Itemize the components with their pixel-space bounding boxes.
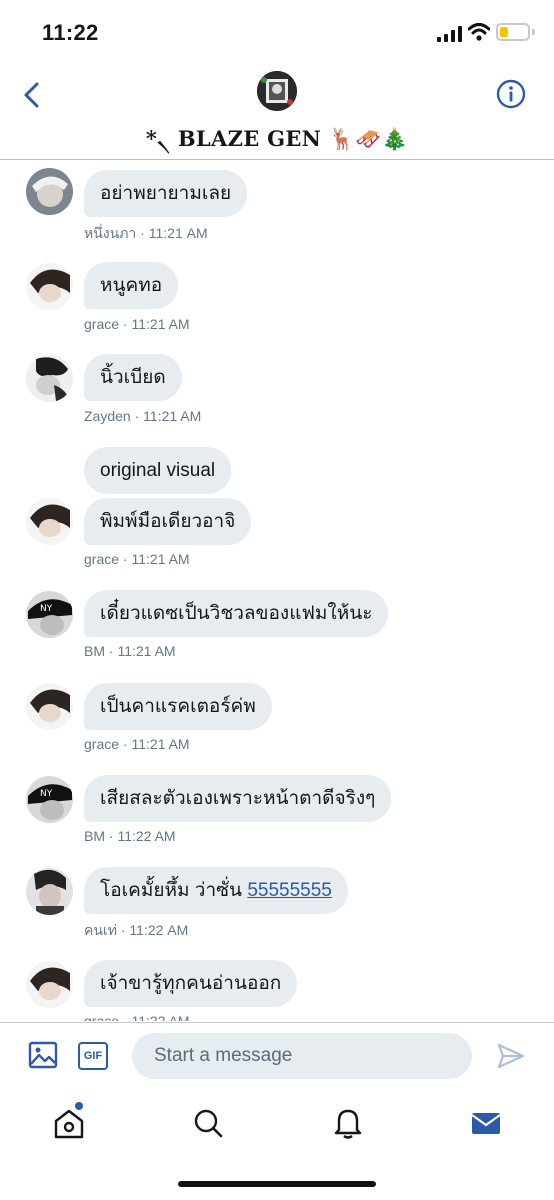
avatar-image	[26, 868, 73, 915]
message-bubble[interactable]: โอเคมั้ยหึ้ม ว่าซั่น 55555555	[84, 867, 348, 914]
avatar[interactable]	[26, 868, 73, 915]
message-bubble[interactable]: เจ้าขารู้ทุกคนอ่านออก	[84, 960, 298, 1007]
gif-button[interactable]: GIF	[78, 1042, 108, 1070]
message-text: อย่าพยายามเลย	[100, 183, 232, 204]
avatar[interactable]	[26, 355, 73, 402]
chevron-left-icon[interactable]	[18, 78, 48, 112]
avatar-image	[26, 355, 73, 402]
message-sender: BM	[84, 828, 105, 844]
message-meta: grace · 11:22 AM	[84, 1013, 190, 1021]
message-meta: Zayden · 11:21 AM	[84, 408, 202, 424]
send-icon[interactable]	[496, 1041, 526, 1071]
message-sender: หนึ่งนภา	[84, 225, 137, 241]
message-list[interactable]: อย่าพยายามเลย หนึ่งนภา · 11:21 AM หนูคทอ…	[0, 161, 554, 1021]
group-avatar[interactable]	[257, 71, 297, 111]
info-icon[interactable]	[496, 79, 526, 109]
avatar-image	[26, 498, 73, 545]
message-time: 11:21 AM	[148, 225, 208, 241]
message-text: หนูคทอ	[100, 275, 163, 296]
message-meta: หนึ่งนภา · 11:21 AM	[84, 225, 208, 241]
message-meta: คนเท่ · 11:22 AM	[84, 922, 189, 938]
message-bubble[interactable]: เดี๋ยวแดซเป็นวิชวลของแฟมให้นะ	[84, 590, 389, 637]
message-sender: คนเท่	[84, 922, 117, 938]
message-sender: BM	[84, 643, 105, 659]
message-time: 11:21 AM	[117, 643, 176, 659]
message-bubble[interactable]: อย่าพยายามเลย	[84, 170, 248, 217]
message-sender: Zayden	[84, 408, 131, 424]
message-sender: grace	[84, 316, 120, 332]
search-icon[interactable]	[191, 1106, 225, 1140]
message-text: เดี๋ยวแดซเป็นวิชวลของแฟมให้นะ	[100, 603, 373, 624]
message-text: เจ้าขารู้ทุกคนอ่านออก	[100, 973, 282, 994]
status-bar: 11:22	[0, 0, 554, 60]
message-bubble[interactable]: เสียสละตัวเองเพราะหน้าตาดีจริงๆ	[84, 775, 392, 822]
home-icon[interactable]	[52, 1106, 86, 1140]
avatar[interactable]: NY	[26, 591, 73, 638]
message-bubble[interactable]: หนูคทอ	[84, 262, 179, 309]
svg-text:NY: NY	[40, 789, 53, 799]
battery-nub	[532, 29, 535, 35]
message-input[interactable]	[132, 1033, 472, 1079]
avatar-image: NY	[26, 591, 73, 638]
message-time: 11:21 AM	[131, 316, 190, 332]
avatar[interactable]	[26, 498, 73, 545]
wifi-icon	[468, 23, 490, 41]
group-title: *৲ BLAZE GEN 🦌🛷🎄	[145, 126, 409, 151]
cellular-signal-icon	[437, 26, 462, 42]
message-time: 11:21 AM	[131, 736, 190, 752]
message-bubble[interactable]: เป็นคาแรคเตอร์ค่พ	[84, 683, 272, 730]
message-bubble[interactable]: original visual	[84, 447, 232, 494]
home-indicator	[178, 1181, 376, 1187]
message-meta: BM · 11:22 AM	[84, 828, 176, 844]
message-text: เสียสละตัวเองเพราะหน้าตาดีจริงๆ	[100, 788, 376, 809]
message-sender: grace	[84, 736, 120, 752]
avatar[interactable]	[26, 683, 73, 730]
message-sender: grace	[84, 551, 120, 567]
avatar-image	[26, 961, 73, 1008]
message-composer: GIF	[0, 1022, 554, 1088]
group-avatar-image	[257, 71, 297, 111]
message-meta: grace · 11:21 AM	[84, 316, 190, 332]
battery-level	[500, 27, 508, 37]
avatar[interactable]	[26, 168, 73, 215]
message-sender: grace	[84, 1013, 120, 1021]
message-bubble[interactable]: นิ้วเบียด	[84, 354, 182, 401]
message-time: 11:22 AM	[131, 1013, 190, 1021]
avatar[interactable]: NY	[26, 776, 73, 823]
message-time: 11:21 AM	[131, 551, 190, 567]
image-icon[interactable]	[28, 1040, 58, 1070]
battery-icon	[496, 23, 530, 41]
message-text: พิมพ์มือเดียวอาจิ	[100, 511, 236, 532]
message-time: 11:21 AM	[143, 408, 202, 424]
conversation-header: *৲ BLAZE GEN 🦌🛷🎄	[0, 60, 554, 160]
message-time: 11:22 AM	[129, 922, 189, 938]
avatar-image	[26, 263, 73, 310]
status-time: 11:22	[42, 20, 99, 45]
tab-bar	[0, 1088, 554, 1200]
message-text: original visual	[100, 460, 216, 481]
message-text: โอเคมั้ยหึ้ม ว่าซั่น	[100, 880, 248, 901]
avatar-image: NY	[26, 776, 73, 823]
notification-dot	[75, 1102, 83, 1110]
message-meta: grace · 11:21 AM	[84, 736, 190, 752]
message-meta: BM · 11:21 AM	[84, 643, 176, 659]
message-text: เป็นคาแรคเตอร์ค่พ	[100, 696, 256, 717]
message-meta: grace · 11:21 AM	[84, 551, 190, 567]
message-link[interactable]: 55555555	[247, 880, 332, 901]
message-text: นิ้วเบียด	[100, 367, 166, 388]
svg-text:NY: NY	[40, 604, 53, 614]
avatar[interactable]	[26, 961, 73, 1008]
avatar-image	[26, 683, 73, 730]
message-bubble[interactable]: พิมพ์มือเดียวอาจิ	[84, 498, 252, 545]
avatar[interactable]	[26, 263, 73, 310]
message-time: 11:22 AM	[117, 828, 176, 844]
bell-icon[interactable]	[331, 1106, 365, 1140]
mail-icon[interactable]	[469, 1106, 503, 1140]
avatar-image	[26, 168, 73, 215]
